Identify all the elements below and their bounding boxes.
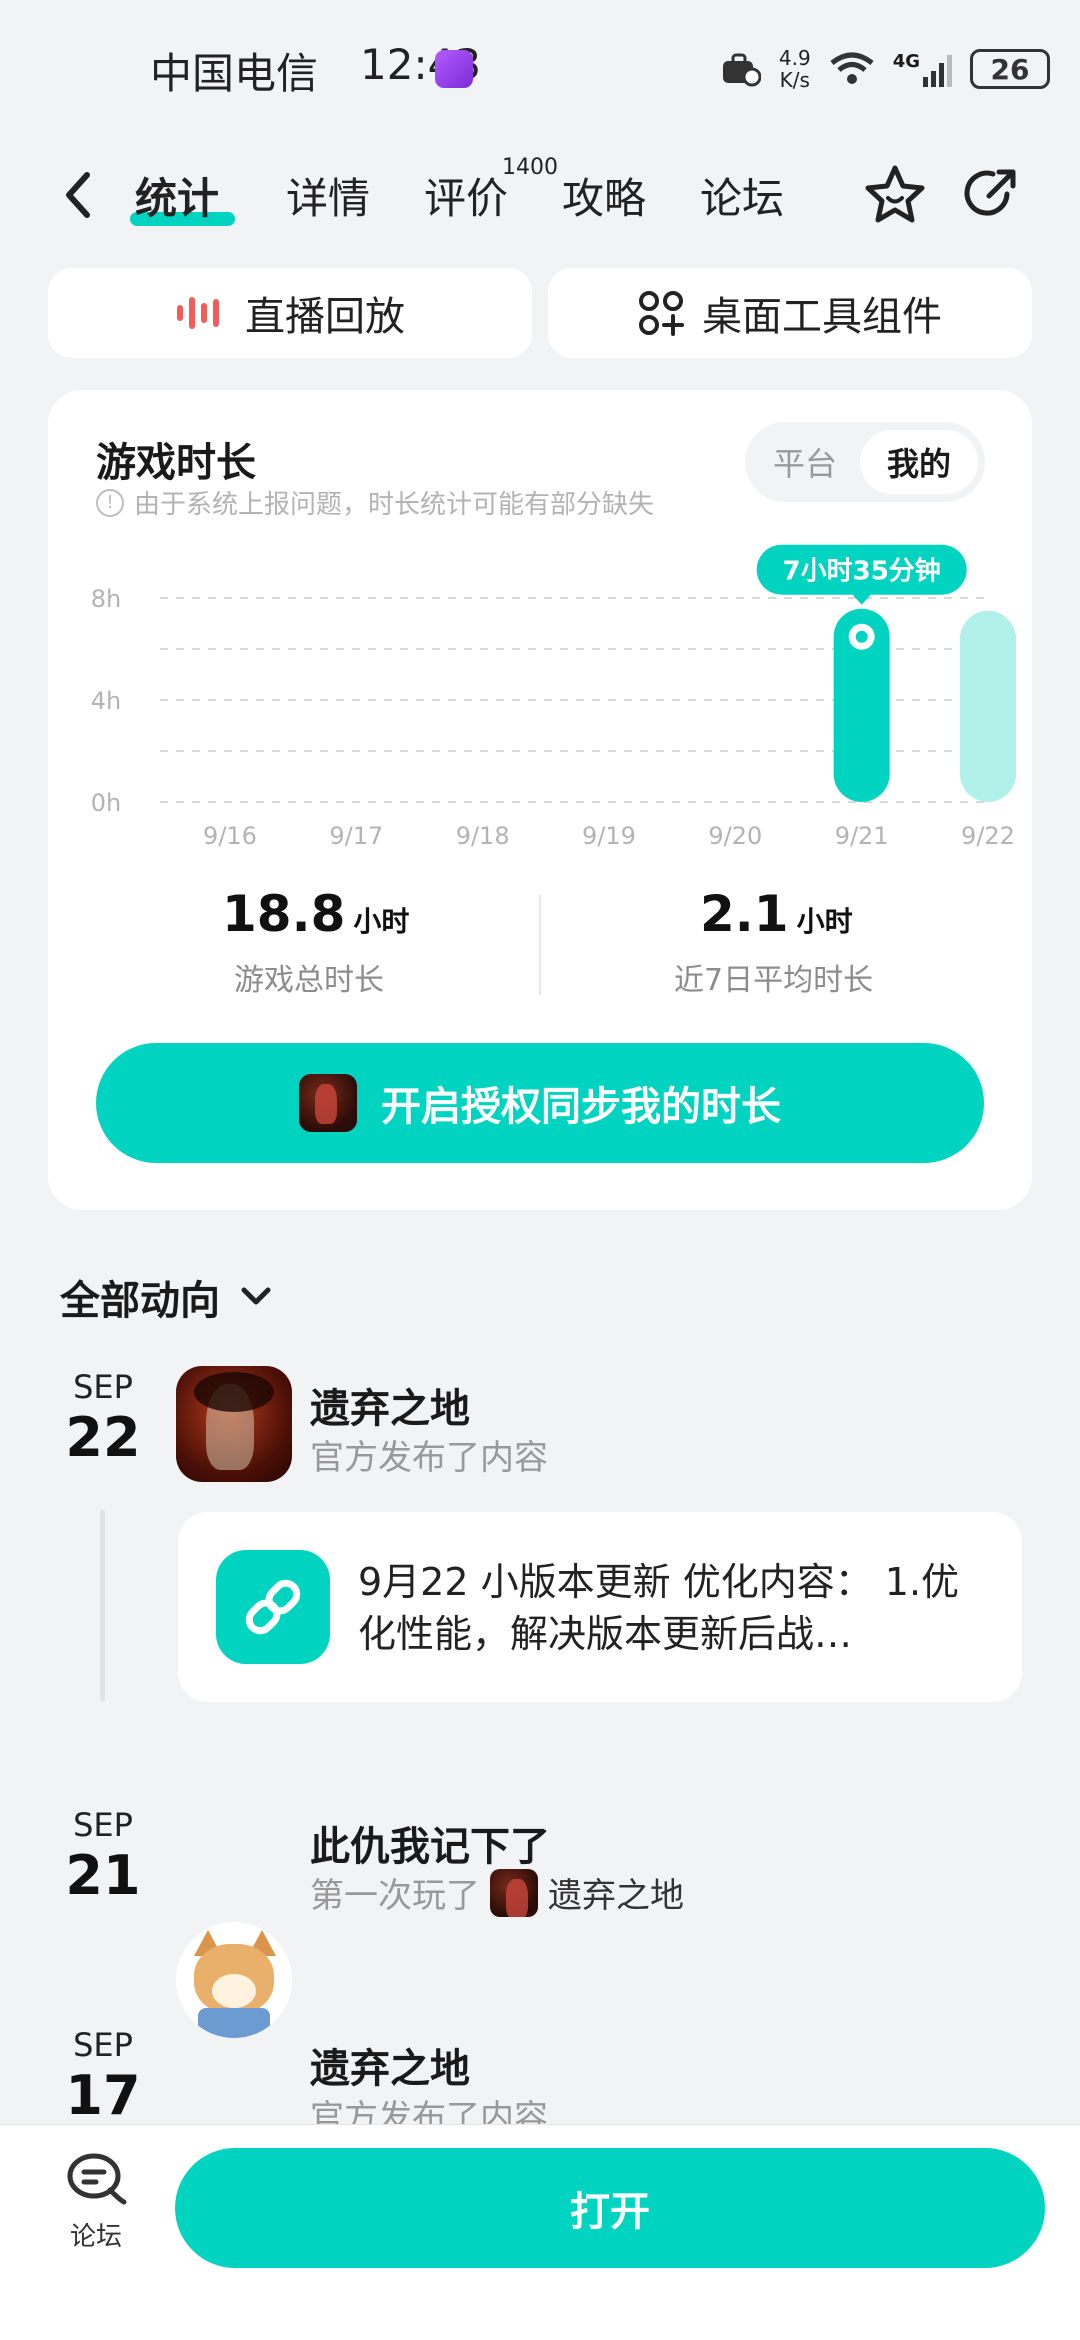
desktop-widget-label: 桌面工具组件 [702,294,942,340]
cellular-signal-icon: 4G [893,51,952,87]
y-tick-label: 8h [91,585,121,613]
activity-date-1: SEP 22 [58,1368,148,1469]
bar-marker-dot [855,630,868,643]
avg-playtime-unit: 小时 [796,905,853,938]
playtime-note: ! 由于系统上报问题，时长统计可能有部分缺失 [96,484,654,521]
chain-link-icon [245,1579,301,1635]
widget-grid-icon [639,291,684,336]
avg-playtime-label: 近7日平均时长 [674,963,874,998]
game-name-link[interactable]: 遗弃之地 [548,1868,684,1917]
live-replay-label: 直播回放 [245,294,405,340]
chevron-left-icon [66,172,90,218]
network-speed: 4.9 K/s [779,47,811,91]
activity-date-2: SEP 21 [58,1806,148,1907]
desktop-widget-button[interactable]: 桌面工具组件 [548,268,1032,358]
activity-author[interactable]: 遗弃之地 [310,1376,470,1434]
audio-wave-icon [177,297,219,329]
status-indicators: 4.9 K/s 4G 26 [721,44,1050,94]
tab-statistics[interactable]: 统计 [135,165,219,226]
tab-reviews[interactable]: 评价 [424,165,508,226]
tab-details[interactable]: 详情 [286,165,370,226]
activity-action: 官方发布了内容 [310,1430,548,1479]
sync-playtime-button[interactable]: 开启授权同步我的时长 [96,1043,984,1163]
live-replay-button[interactable]: 直播回放 [48,268,532,358]
battery-level: 26 [990,52,1030,86]
app-notification-icon [435,50,473,88]
segment-platform[interactable]: 平台 [753,430,857,494]
chevron-down-icon [241,1287,271,1305]
tooltip-text: 7小时35分钟 [783,556,941,587]
date-day: 22 [65,1406,141,1469]
wifi-icon [830,52,874,84]
y-tick-label: 4h [91,687,121,715]
battery-indicator: 26 [970,49,1050,89]
total-playtime-label: 游戏总时长 [234,963,384,998]
info-icon: ! [96,488,124,517]
activity-author[interactable]: 此仇我记下了 [310,1814,550,1872]
share-icon [964,169,1016,216]
date-month: SEP [73,1806,133,1844]
y-tick-label: 0h [91,789,121,817]
game-thumbnail [299,1074,357,1132]
x-tick-label: 9/16 [203,822,257,850]
avg-playtime-value: 2.1 [700,885,789,943]
tooltip-pointer [851,593,872,605]
net-speed-unit: K/s [779,68,810,92]
link-icon [216,1550,330,1664]
total-playtime: 18.8 小时 [222,885,409,943]
activity-section-title: 全部动向 [60,1278,220,1324]
playtime-note-text: 由于系统上报问题，时长统计可能有部分缺失 [134,490,655,520]
reviews-count-badge: 1400 [502,155,558,180]
total-playtime-value: 18.8 [222,885,346,943]
date-day: 21 [65,1844,141,1907]
back-button[interactable] [55,165,105,225]
briefcase-icon [722,53,761,87]
activity-action-text: 第一次玩了 [310,1876,480,1916]
source-segmented-control: 平台 我的 [745,422,985,502]
post-preview-text: 9月22 小版本更新 优化内容： 1.优化性能，解决版本更新后战… [358,1560,960,1656]
activity-filter-dropdown[interactable]: 全部动向 [60,1268,276,1326]
playtime-bar-chart: 0h 4h 8h 9/16 9/17 9/18 9/19 9/20 9/21 9/22 7小时35分… [91,544,1016,850]
favorite-button[interactable] [860,160,930,230]
user-avatar[interactable] [176,1922,292,2038]
open-game-button[interactable]: 打开 [175,2148,1045,2268]
activity-action: 第一次玩了 遗弃之地 [310,1868,684,1917]
activity-action-text: 官方发布了内容 [310,1438,548,1478]
net-speed-value: 4.9 [778,46,811,70]
date-month: SEP [73,2026,133,2064]
activity-author[interactable]: 遗弃之地 [310,2036,470,2094]
x-tick-label: 9/20 [708,822,762,850]
timeline-line [100,1510,105,1702]
tab-guides[interactable]: 攻略 [562,165,646,226]
x-tick-label: 9/19 [582,822,636,850]
game-thumbnail [490,1868,538,1917]
game-avatar[interactable] [176,1366,292,1482]
x-tick-label: 9/17 [329,822,383,850]
star-icon [865,165,925,223]
carrier-name: 中国电信 [150,49,319,98]
x-tick-label: 9/21 [835,822,889,850]
segment-mine[interactable]: 我的 [860,430,978,494]
tab-forum[interactable]: 论坛 [700,165,784,226]
open-game-label: 打开 [570,2189,650,2235]
x-tick-label: 9/18 [456,822,510,850]
forum-button[interactable]: 论坛 [56,2150,136,2260]
x-tick-label: 9/22 [961,822,1015,850]
date-month: SEP [73,1368,133,1406]
stats-divider [539,895,541,995]
total-playtime-unit: 小时 [353,905,410,938]
share-button[interactable] [955,160,1025,230]
forum-label: 论坛 [69,2222,122,2252]
avg-playtime: 2.1 小时 [700,885,853,943]
bar [960,610,1016,802]
sync-playtime-label: 开启授权同步我的时长 [381,1084,781,1130]
chat-bubble-icon [67,2153,127,2205]
playtime-title: 游戏时长 [96,440,256,486]
activity-date-3: SEP 17 [58,2026,148,2127]
network-type: 4G [892,51,920,72]
date-day: 17 [65,2064,141,2127]
